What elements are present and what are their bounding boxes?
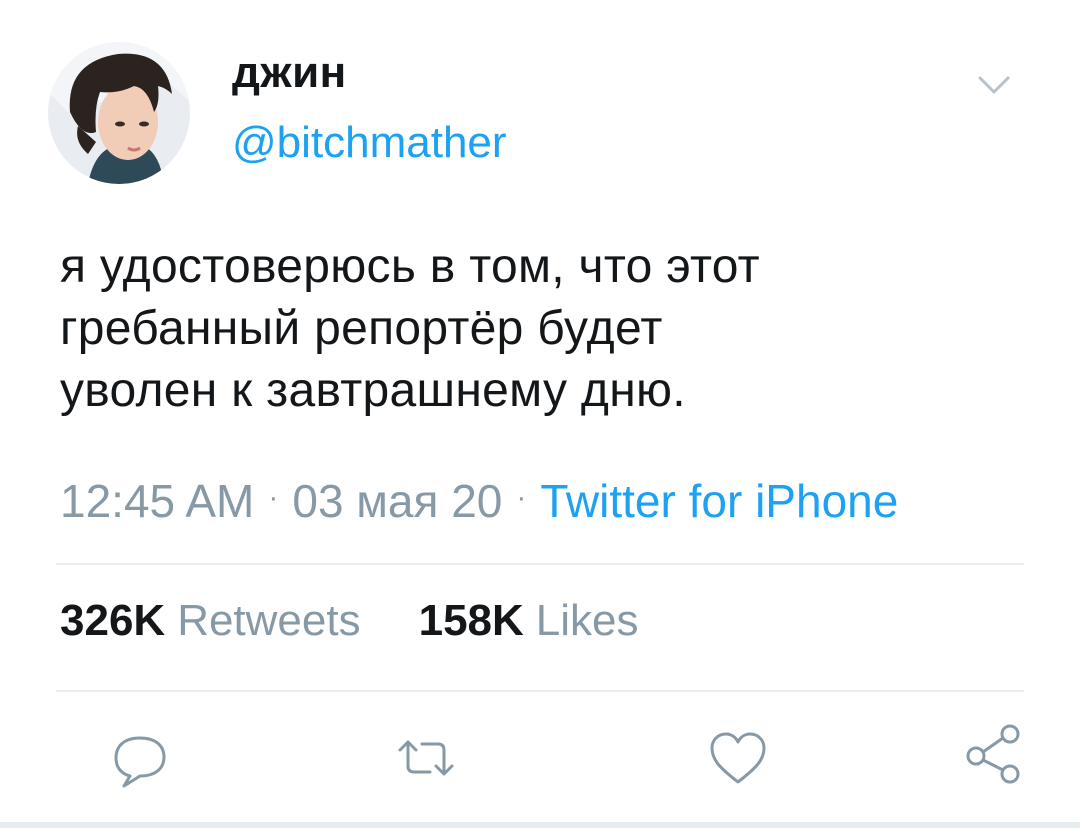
share-button[interactable] <box>962 722 1026 786</box>
tweet-date: 03 мая 20 <box>292 475 503 527</box>
display-name[interactable]: джин <box>232 48 347 98</box>
heart-icon <box>710 732 766 784</box>
likes-count[interactable]: 158K <box>419 596 524 645</box>
tweet-meta: 12:45 AM · 03 мая 20 · Twitter for iPhone <box>60 474 898 534</box>
meta-separator: · <box>516 481 527 514</box>
reply-icon <box>114 736 166 788</box>
divider <box>56 690 1024 692</box>
avatar[interactable] <box>48 42 190 184</box>
reply-button[interactable] <box>108 726 172 790</box>
meta-separator: · <box>268 481 279 514</box>
retweets-label[interactable]: Retweets <box>177 596 360 645</box>
divider <box>56 563 1024 565</box>
tweet-client-link[interactable]: Twitter for iPhone <box>540 475 898 527</box>
chevron-down-icon[interactable] <box>976 72 1012 98</box>
username-handle[interactable]: @bitchmather <box>232 118 507 168</box>
retweets-count[interactable]: 326K <box>60 596 165 645</box>
tweet-text: я удостоверюсь в том, что этот гребанный… <box>60 240 760 417</box>
share-icon <box>966 724 1020 784</box>
bottom-border <box>0 822 1080 828</box>
retweet-button[interactable] <box>394 726 458 790</box>
tweet-stats: 326K Retweets 158K Likes <box>60 596 697 646</box>
retweet-icon <box>398 740 454 776</box>
likes-label[interactable]: Likes <box>536 596 639 645</box>
like-button[interactable] <box>706 726 770 790</box>
tweet-time: 12:45 AM <box>60 475 255 527</box>
